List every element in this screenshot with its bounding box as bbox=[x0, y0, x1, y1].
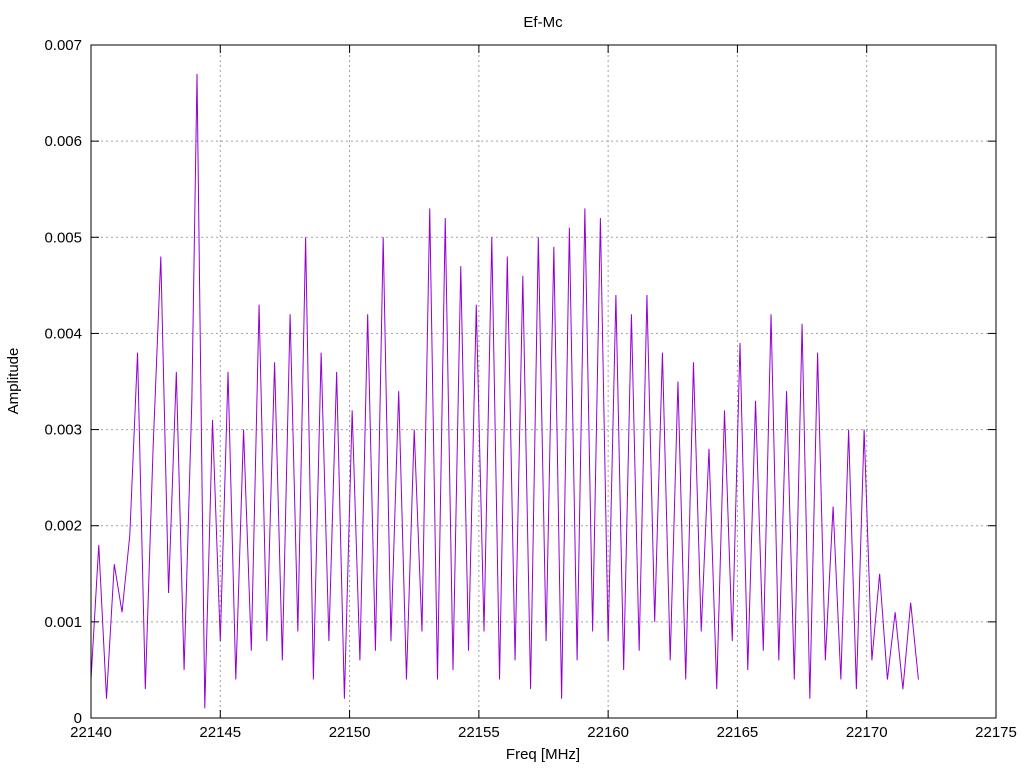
chart-title: Ef-Mc bbox=[523, 14, 563, 31]
chart: 22140 22145 22150 22155 22160 22165 22170 22175… bbox=[0, 0, 1024, 768]
x-tick-label: 22150 bbox=[329, 724, 371, 741]
chart-svg: 22140 22145 22150 22155 22160 22165 22170 22175… bbox=[0, 0, 1024, 768]
y-tick-label: 0.002 bbox=[44, 518, 82, 535]
x-tick-label: 22160 bbox=[587, 724, 629, 741]
x-axis-title: Freq [MHz] bbox=[506, 746, 580, 763]
y-tick-label: 0.006 bbox=[44, 133, 82, 150]
chart-background bbox=[0, 0, 1024, 768]
y-tick-label: 0.004 bbox=[44, 325, 82, 342]
y-tick-label: 0 bbox=[74, 710, 82, 727]
x-tick-label: 22165 bbox=[717, 724, 759, 741]
y-tick-label: 0.007 bbox=[44, 37, 82, 54]
x-tick-label: 22175 bbox=[975, 724, 1017, 741]
y-tick-label: 0.003 bbox=[44, 422, 82, 439]
y-tick-label: 0.005 bbox=[44, 229, 82, 246]
x-tick-label: 22170 bbox=[846, 724, 888, 741]
x-tick-label: 22145 bbox=[199, 724, 241, 741]
y-axis-title: Amplitude bbox=[5, 348, 22, 415]
x-tick-label: 22155 bbox=[458, 724, 500, 741]
y-tick-label: 0.001 bbox=[44, 614, 82, 631]
